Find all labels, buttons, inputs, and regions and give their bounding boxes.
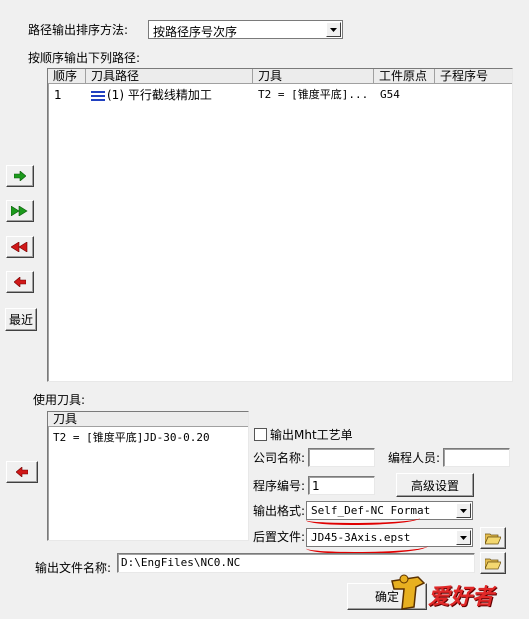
remove-path-button[interactable] (6, 271, 34, 293)
chevron-down-icon[interactable] (456, 503, 471, 518)
double-arrow-left-icon (11, 242, 28, 252)
format-underline (306, 513, 420, 525)
programmer-input[interactable] (443, 448, 510, 467)
format-label: 输出格式: (253, 504, 306, 518)
mht-checkbox[interactable] (254, 428, 267, 441)
chevron-down-icon[interactable] (326, 22, 341, 37)
browse-output-button[interactable] (480, 552, 506, 574)
recent-button[interactable]: 最近 (5, 308, 37, 331)
col-order[interactable]: 顺序 (48, 69, 86, 84)
path-table[interactable]: 顺序 刀具路径 刀具 工件原点 子程序号 1 (1) 平行截线精加工 T2 = … (47, 68, 513, 382)
add-all-paths-button[interactable] (6, 200, 34, 222)
col-path[interactable]: 刀具路径 (86, 69, 253, 84)
remove-tool-button[interactable] (6, 461, 38, 483)
post-file-underline (306, 540, 428, 554)
advanced-settings-button[interactable]: 高级设置 (396, 473, 474, 497)
output-file-input[interactable]: D:\EngFiles\NC0.NC (117, 553, 475, 573)
row-origin: G54 (380, 88, 400, 101)
output-file-value: D:\EngFiles\NC0.NC (121, 556, 241, 569)
chevron-down-icon[interactable] (456, 530, 471, 545)
used-tools-list[interactable]: 刀具 T2 = [锥度平底]JD-30-0.20 (47, 411, 249, 541)
row-tool: T2 = [锥度平底]... (258, 88, 369, 101)
arrow-left-icon (16, 467, 28, 477)
sort-method-select[interactable]: 按路径序号次序 (148, 20, 343, 39)
watermark-logo: 爱好者 (390, 573, 510, 613)
watermark-text: 爱好者 (428, 585, 495, 610)
table-row[interactable]: 1 (1) 平行截线精加工 T2 = [锥度平底]... G54 (48, 87, 512, 103)
sort-method-value: 按路径序号次序 (153, 25, 238, 39)
row-order: 1 (54, 88, 62, 102)
list-item[interactable]: T2 = [锥度平底]JD-30-0.20 (53, 431, 210, 445)
company-input[interactable] (308, 448, 375, 467)
arrow-right-icon (14, 171, 26, 181)
sort-method-label: 路径输出排序方法: (28, 23, 129, 37)
program-no-label: 程序编号: (253, 479, 306, 493)
col-origin[interactable]: 工件原点 (374, 69, 435, 84)
double-arrow-right-icon (11, 206, 28, 216)
browse-post-button[interactable] (480, 527, 506, 549)
col-tool[interactable]: 刀具 (253, 69, 374, 84)
post-label: 后置文件: (253, 530, 306, 544)
toolpath-icon (91, 90, 105, 101)
company-label: 公司名称: (253, 451, 306, 465)
recent-button-label: 最近 (8, 313, 33, 327)
folder-open-icon (485, 533, 501, 544)
advanced-settings-label: 高级设置 (410, 478, 459, 493)
col-tool-name[interactable]: 刀具 (48, 412, 248, 427)
folder-open-icon (485, 558, 501, 569)
programmer-label: 编程人员: (388, 451, 441, 465)
used-tools-label: 使用刀具: (33, 393, 86, 407)
program-no-input[interactable]: 1 (308, 476, 375, 495)
row-path: (1) 平行截线精加工 (107, 88, 212, 102)
add-path-button[interactable] (6, 165, 34, 187)
col-sub[interactable]: 子程序号 (435, 69, 512, 84)
program-no-value: 1 (312, 479, 320, 493)
order-label: 按顺序输出下列路径: (28, 51, 141, 65)
mht-label: 输出Mht工艺单 (270, 428, 353, 442)
output-file-label: 输出文件名称: (35, 561, 112, 575)
arrow-left-icon (14, 277, 26, 287)
remove-all-paths-button[interactable] (6, 236, 34, 258)
